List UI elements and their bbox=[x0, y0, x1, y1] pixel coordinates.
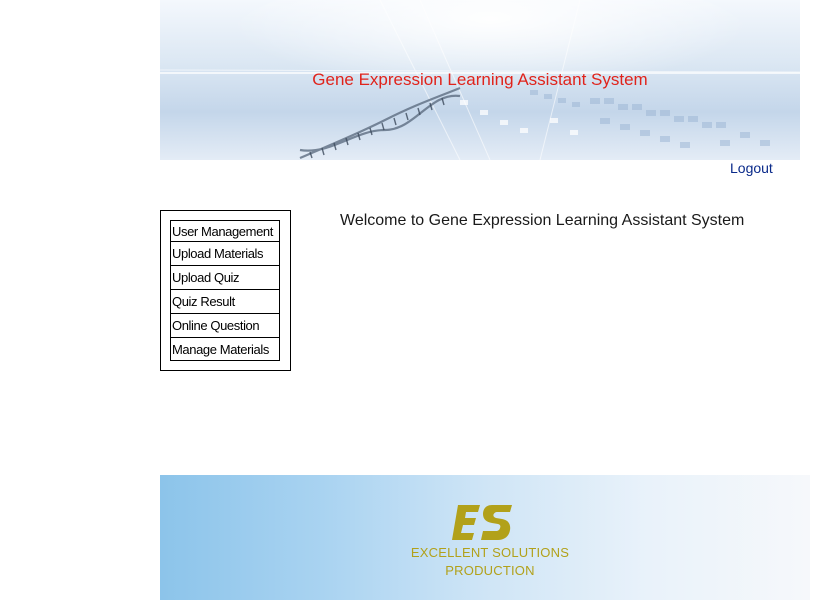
menu-item-upload-materials[interactable]: Upload Materials bbox=[170, 241, 280, 266]
side-menu: User Management Upload Materials Upload … bbox=[160, 210, 291, 371]
menu-table: User Management Upload Materials Upload … bbox=[170, 220, 280, 361]
header-banner: Gene Expression Learning Assistant Syste… bbox=[160, 0, 800, 160]
logout-link[interactable]: Logout bbox=[730, 160, 773, 176]
menu-item-online-question[interactable]: Online Question bbox=[170, 313, 280, 338]
menu-item-quiz-result[interactable]: Quiz Result bbox=[170, 289, 280, 314]
footer-company-line1: EXCELLENT SOLUTIONS bbox=[410, 545, 570, 560]
footer-banner: EXCELLENT SOLUTIONS PRODUCTION bbox=[160, 475, 810, 600]
es-logo-mark bbox=[452, 505, 512, 540]
welcome-message: Welcome to Gene Expression Learning Assi… bbox=[340, 212, 745, 229]
page: Gene Expression Learning Assistant Syste… bbox=[0, 0, 820, 610]
menu-item-upload-quiz[interactable]: Upload Quiz bbox=[170, 265, 280, 290]
footer-company-line2: PRODUCTION bbox=[445, 563, 535, 578]
site-title: Gene Expression Learning Assistant Syste… bbox=[312, 70, 648, 89]
menu-item-manage-materials[interactable]: Manage Materials bbox=[170, 337, 280, 361]
menu-item-user-management[interactable]: User Management bbox=[170, 220, 280, 242]
